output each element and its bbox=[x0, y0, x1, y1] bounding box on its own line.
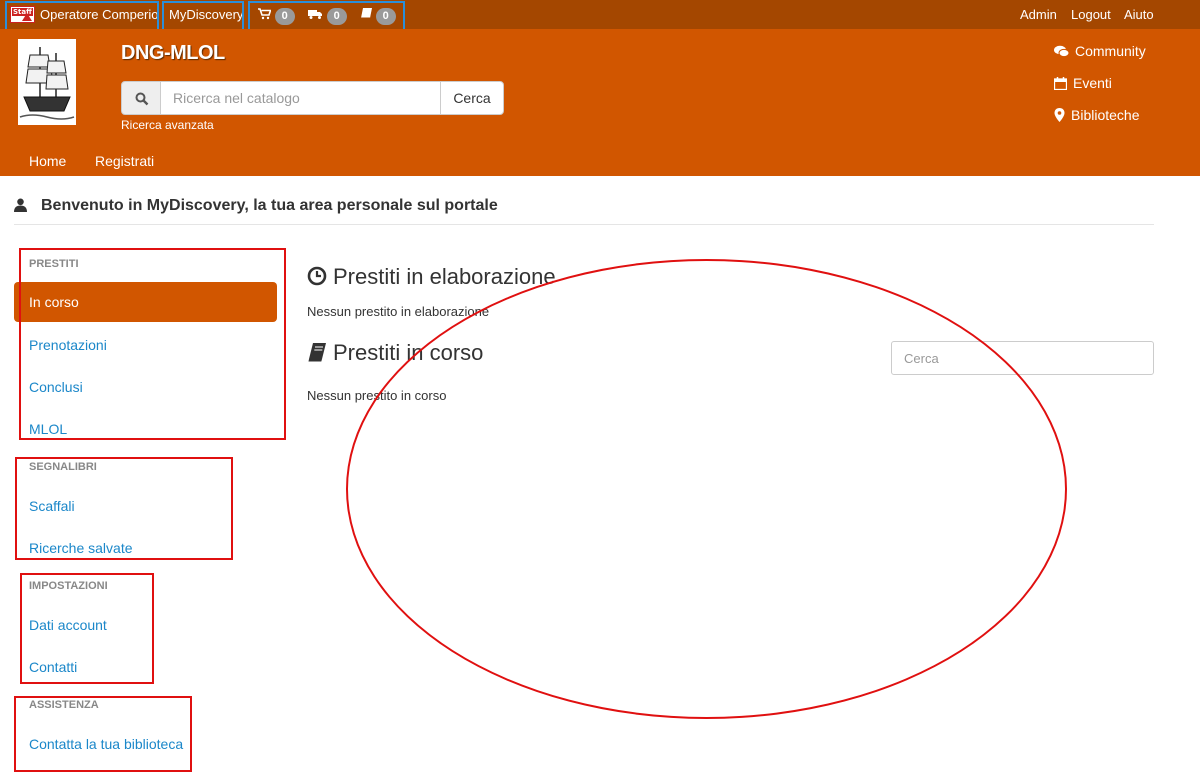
search-input[interactable] bbox=[161, 81, 441, 115]
annotation-box-settings bbox=[20, 573, 154, 684]
annotation-box-bookmarks bbox=[15, 457, 233, 560]
map-marker-icon bbox=[1054, 108, 1065, 122]
calendar-icon bbox=[1053, 77, 1068, 91]
annotation-box-loans bbox=[19, 248, 286, 440]
libraries-link[interactable]: Biblioteche bbox=[1054, 107, 1140, 123]
comments-icon bbox=[1054, 45, 1070, 58]
ship-logo-icon[interactable] bbox=[18, 39, 76, 125]
help-link[interactable]: Aiuto bbox=[1124, 0, 1154, 29]
admin-link[interactable]: Admin bbox=[1020, 0, 1057, 29]
loans-filter-input[interactable] bbox=[891, 341, 1154, 375]
current-empty-message: Nessun prestito in corso bbox=[307, 388, 447, 403]
events-link[interactable]: Eventi bbox=[1053, 75, 1112, 91]
header: DNG-MLOL Cerca Ricerca avanzata Communit… bbox=[0, 29, 1200, 176]
community-link[interactable]: Community bbox=[1054, 43, 1146, 59]
current-loans-heading: Prestiti in corso bbox=[307, 340, 483, 366]
advanced-search-link[interactable]: Ricerca avanzata bbox=[121, 118, 214, 132]
site-title[interactable]: DNG-MLOL bbox=[121, 42, 225, 65]
page-title: Benvenuto in MyDiscovery, la tua area pe… bbox=[14, 197, 498, 215]
search-icon bbox=[135, 92, 149, 106]
catalog-search: Cerca bbox=[121, 81, 504, 115]
annotation-box-support bbox=[14, 696, 192, 772]
processing-loans-heading: Prestiti in elaborazione bbox=[307, 264, 556, 290]
divider bbox=[14, 224, 1154, 225]
logout-link[interactable]: Logout bbox=[1071, 0, 1111, 29]
nav-register[interactable]: Registrati bbox=[95, 153, 154, 169]
user-icon bbox=[14, 198, 27, 212]
processing-empty-message: Nessun prestito in elaborazione bbox=[307, 304, 490, 319]
search-button[interactable]: Cerca bbox=[440, 81, 504, 115]
clock-icon bbox=[307, 266, 327, 286]
nav-home[interactable]: Home bbox=[29, 153, 66, 169]
search-addon bbox=[121, 81, 161, 115]
annotation-ellipse bbox=[346, 259, 1067, 719]
book-icon bbox=[308, 343, 326, 362]
